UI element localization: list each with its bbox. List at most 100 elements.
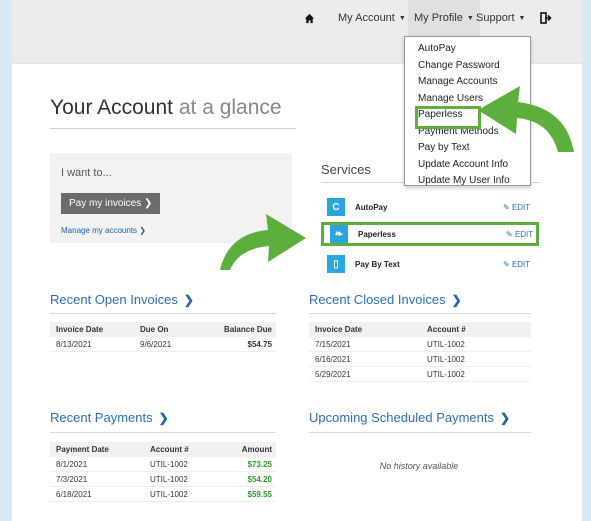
table-cell: 9/6/2021 (140, 339, 172, 349)
recent-payments-title[interactable]: Recent Payments ❯ (50, 410, 169, 425)
column-header: Payment Date (56, 445, 109, 454)
table-row[interactable]: 5/29/2021 UTIL-1002 (309, 367, 531, 382)
column-header: Account # (150, 445, 189, 454)
table-cell: 7/15/2021 (315, 339, 351, 349)
section-title-label: Recent Open Invoices (50, 292, 178, 307)
my-account-label: My Account (338, 12, 395, 24)
dropdown-item-update-my-user-info[interactable]: Update My User Info (405, 173, 530, 190)
table-cell: 6/16/2021 (315, 354, 351, 364)
column-header: Balance Due (223, 325, 272, 334)
service-name: Paperless (358, 229, 396, 239)
section-divider (50, 432, 276, 433)
closed-invoices-table: Invoice Date Account # 7/15/2021 UTIL-10… (309, 322, 531, 382)
manage-accounts-label: Manage my accounts (61, 226, 138, 235)
i-want-to-label: I want to... (61, 167, 112, 179)
service-name: AutoPay (355, 202, 388, 212)
dropdown-item-update-account-info[interactable]: Update Account Info (405, 157, 530, 174)
table-row[interactable]: 6/16/2021 UTIL-1002 (309, 352, 531, 367)
page-title-main: Your Account (50, 96, 173, 119)
table-cell: UTIL-1002 (427, 369, 465, 379)
edit-paperless-button[interactable]: ✎ EDIT (506, 230, 533, 239)
column-header: Invoice Date (56, 325, 104, 334)
no-history-message: No history available (379, 461, 459, 471)
recent-closed-invoices-title[interactable]: Recent Closed Invoices ❯ (309, 292, 462, 307)
dropdown-item-autopay[interactable]: AutoPay (405, 41, 530, 58)
table-header-row: Invoice Date Account # (309, 322, 531, 337)
section-divider (309, 313, 531, 314)
table-cell: UTIL-1002 (427, 354, 465, 364)
table-cell: UTIL-1002 (150, 489, 188, 499)
section-title-label: Recent Closed Invoices (309, 292, 446, 307)
service-name: Pay By Text (355, 259, 400, 269)
table-row[interactable]: 7/15/2021 UTIL-1002 (309, 337, 531, 352)
my-profile-menu[interactable]: My Profile ▼ (408, 0, 480, 36)
table-cell: 8/1/2021 (56, 459, 88, 469)
chevron-right-icon: ❯ (158, 411, 169, 425)
section-title-label: Recent Payments (50, 410, 153, 425)
table-cell: 6/18/2021 (56, 489, 92, 499)
column-header: Invoice Date (315, 325, 363, 334)
chevron-right-icon: ❯ (500, 411, 511, 425)
section-title-label: Upcoming Scheduled Payments (309, 410, 494, 425)
support-label: Support (476, 12, 515, 24)
chevron-down-icon: ▼ (466, 14, 474, 22)
page-title: Your Account at a glance (50, 96, 282, 120)
table-header-row: Invoice Date Due On Balance Due (50, 322, 276, 337)
scheduled-payments-title[interactable]: Upcoming Scheduled Payments ❯ (309, 410, 510, 425)
payments-table: Payment Date Account # Amount 8/1/2021 U… (50, 442, 276, 502)
column-header: Account # (427, 325, 466, 334)
table-cell: 7/3/2021 (56, 474, 88, 484)
service-pay-by-text: ▯ Pay By Text ✎ EDIT (321, 252, 539, 276)
support-menu[interactable]: Support ▼ (476, 0, 525, 36)
table-row[interactable]: 8/13/2021 9/6/2021 $54.75 (50, 337, 276, 352)
table-cell: UTIL-1002 (150, 459, 188, 469)
pay-invoices-label: Pay my invoices (69, 198, 142, 209)
chevron-right-icon: ❯ (183, 293, 194, 307)
table-cell: $54.20 (247, 474, 272, 484)
recent-open-invoices-title[interactable]: Recent Open Invoices ❯ (50, 292, 194, 307)
table-row[interactable]: 7/3/2021 UTIL-1002 $54.20 (50, 472, 276, 487)
phone-icon: ▯ (327, 255, 345, 273)
chevron-right-icon: ❯ (139, 226, 146, 235)
annotation-arrow-icon (220, 214, 306, 270)
table-row[interactable]: 6/18/2021 UTIL-1002 $59.55 (50, 487, 276, 502)
edit-label: EDIT (511, 202, 531, 212)
open-invoices-table: Invoice Date Due On Balance Due 8/13/202… (50, 322, 276, 352)
table-cell: $73.25 (247, 459, 272, 469)
service-autopay: C AutoPay ✎ EDIT (321, 195, 539, 219)
app-frame: My Account ▼ My Profile ▼ Support ▼ Your Ac… (12, 0, 582, 521)
chevron-right-icon: ❯ (144, 198, 153, 209)
table-cell: UTIL-1002 (427, 339, 465, 349)
table-cell: 5/29/2021 (315, 369, 351, 379)
edit-label: EDIT (514, 229, 534, 239)
page-title-subtitle: at a glance (178, 96, 282, 119)
service-paperless: ❧ Paperless ✎ EDIT (321, 222, 539, 246)
my-profile-label: My Profile (414, 12, 463, 24)
chevron-down-icon: ▼ (398, 14, 406, 22)
dropdown-item-change-password[interactable]: Change Password (405, 58, 530, 75)
table-cell: UTIL-1002 (150, 474, 188, 484)
table-cell: 8/13/2021 (56, 339, 92, 349)
table-cell: $59.55 (247, 489, 272, 499)
edit-label: EDIT (511, 259, 531, 269)
table-cell: $54.75 (247, 339, 272, 349)
column-header: Due On (140, 325, 169, 334)
chevron-down-icon: ▼ (518, 14, 526, 22)
title-divider (50, 128, 296, 129)
section-divider (50, 313, 276, 314)
chevron-right-icon: ❯ (451, 293, 462, 307)
edit-autopay-button[interactable]: ✎ EDIT (503, 203, 530, 212)
home-icon[interactable] (304, 0, 315, 36)
table-row[interactable]: 8/1/2021 UTIL-1002 $73.25 (50, 457, 276, 472)
leaf-icon: ❧ (330, 225, 348, 243)
table-header-row: Payment Date Account # Amount (50, 442, 276, 457)
services-title: Services (321, 162, 371, 177)
section-divider (309, 432, 531, 433)
logout-icon[interactable] (540, 0, 552, 36)
my-account-menu[interactable]: My Account ▼ (338, 0, 406, 36)
edit-pay-by-text-button[interactable]: ✎ EDIT (503, 260, 530, 269)
column-header: Amount (241, 445, 272, 454)
annotation-arrow-icon (478, 86, 574, 152)
refresh-icon: C (327, 198, 345, 216)
pay-invoices-button[interactable]: Pay my invoices ❯ (61, 193, 161, 214)
